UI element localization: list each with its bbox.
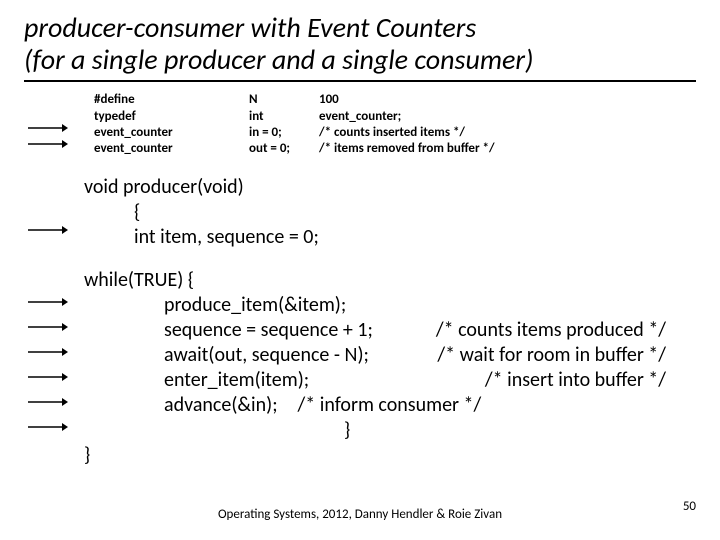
slide-title: producer-consumer with Event Counters (f…: [24, 12, 696, 82]
arrow-icon: [28, 297, 68, 307]
def-c1-3: event_counter: [94, 141, 249, 157]
while-line: while(TRUE) {: [84, 268, 696, 293]
code-line-5: advance(&in);: [164, 393, 278, 418]
def-c3-2: /* counts inserted items */: [319, 125, 696, 141]
title-line-1: producer-consumer with Event Counters: [24, 10, 476, 45]
def-c1-0: #define: [94, 92, 249, 108]
arrow-icon: [28, 139, 68, 149]
comment-4: /* insert into buffer */: [485, 368, 696, 393]
def-c2-1: int: [249, 109, 319, 125]
arrow-icon: [28, 123, 68, 133]
arrow-icon: [28, 347, 68, 357]
def-c1-1: typedef: [94, 109, 249, 125]
def-c3-1: event_counter;: [319, 109, 696, 125]
page-number: 50: [683, 499, 696, 514]
def-c2-3: out = 0;: [249, 141, 319, 157]
def-c1-2: event_counter: [94, 125, 249, 141]
comment-5: /* inform consumer */: [298, 393, 482, 418]
code-line-4: enter_item(item);: [164, 368, 309, 393]
fn-signature: void producer(void): [84, 175, 696, 200]
def-c2-2: in = 0;: [249, 125, 319, 141]
open-brace: {: [134, 200, 696, 225]
footer-text: Operating Systems, 2012, Danny Hendler &…: [0, 507, 720, 522]
title-line-2: (for a single producer and a single cons…: [24, 42, 533, 77]
close-brace-outer: }: [84, 443, 696, 468]
definitions-block: #define typedef event_counter event_coun…: [94, 92, 696, 157]
arrow-icon: [28, 322, 68, 332]
arrow-icon: [28, 397, 68, 407]
arrow-icon: [28, 422, 68, 432]
code-line-1: produce_item(&item);: [164, 293, 696, 318]
arrow-icon: [28, 372, 68, 382]
comment-2: /* counts items produced */: [436, 318, 696, 343]
decl-line: int item, sequence = 0;: [134, 225, 696, 250]
code-line-3: await(out, sequence - N);: [164, 343, 369, 368]
close-brace-inner: }: [344, 418, 696, 443]
code-line-2: sequence = sequence + 1;: [164, 318, 373, 343]
comment-3: /* wait for room in buffer */: [437, 343, 696, 368]
arrow-icon: [28, 225, 68, 235]
code-block: void producer(void) { int item, sequence…: [24, 175, 696, 468]
def-c3-3: /* items removed from buffer */: [319, 141, 696, 157]
def-c3-0: 100: [319, 92, 696, 108]
def-c2-0: N: [249, 92, 319, 108]
